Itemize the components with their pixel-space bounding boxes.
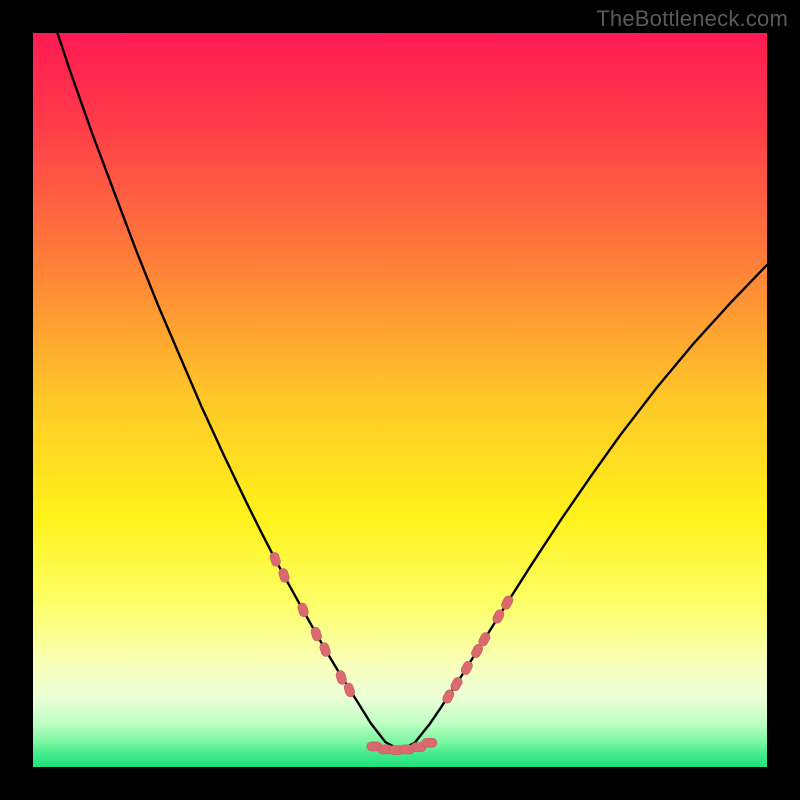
plot-area bbox=[33, 33, 767, 767]
chart-stage: TheBottleneck.com bbox=[0, 0, 800, 800]
watermark-text: TheBottleneck.com bbox=[596, 6, 788, 32]
gradient-background bbox=[33, 33, 767, 767]
